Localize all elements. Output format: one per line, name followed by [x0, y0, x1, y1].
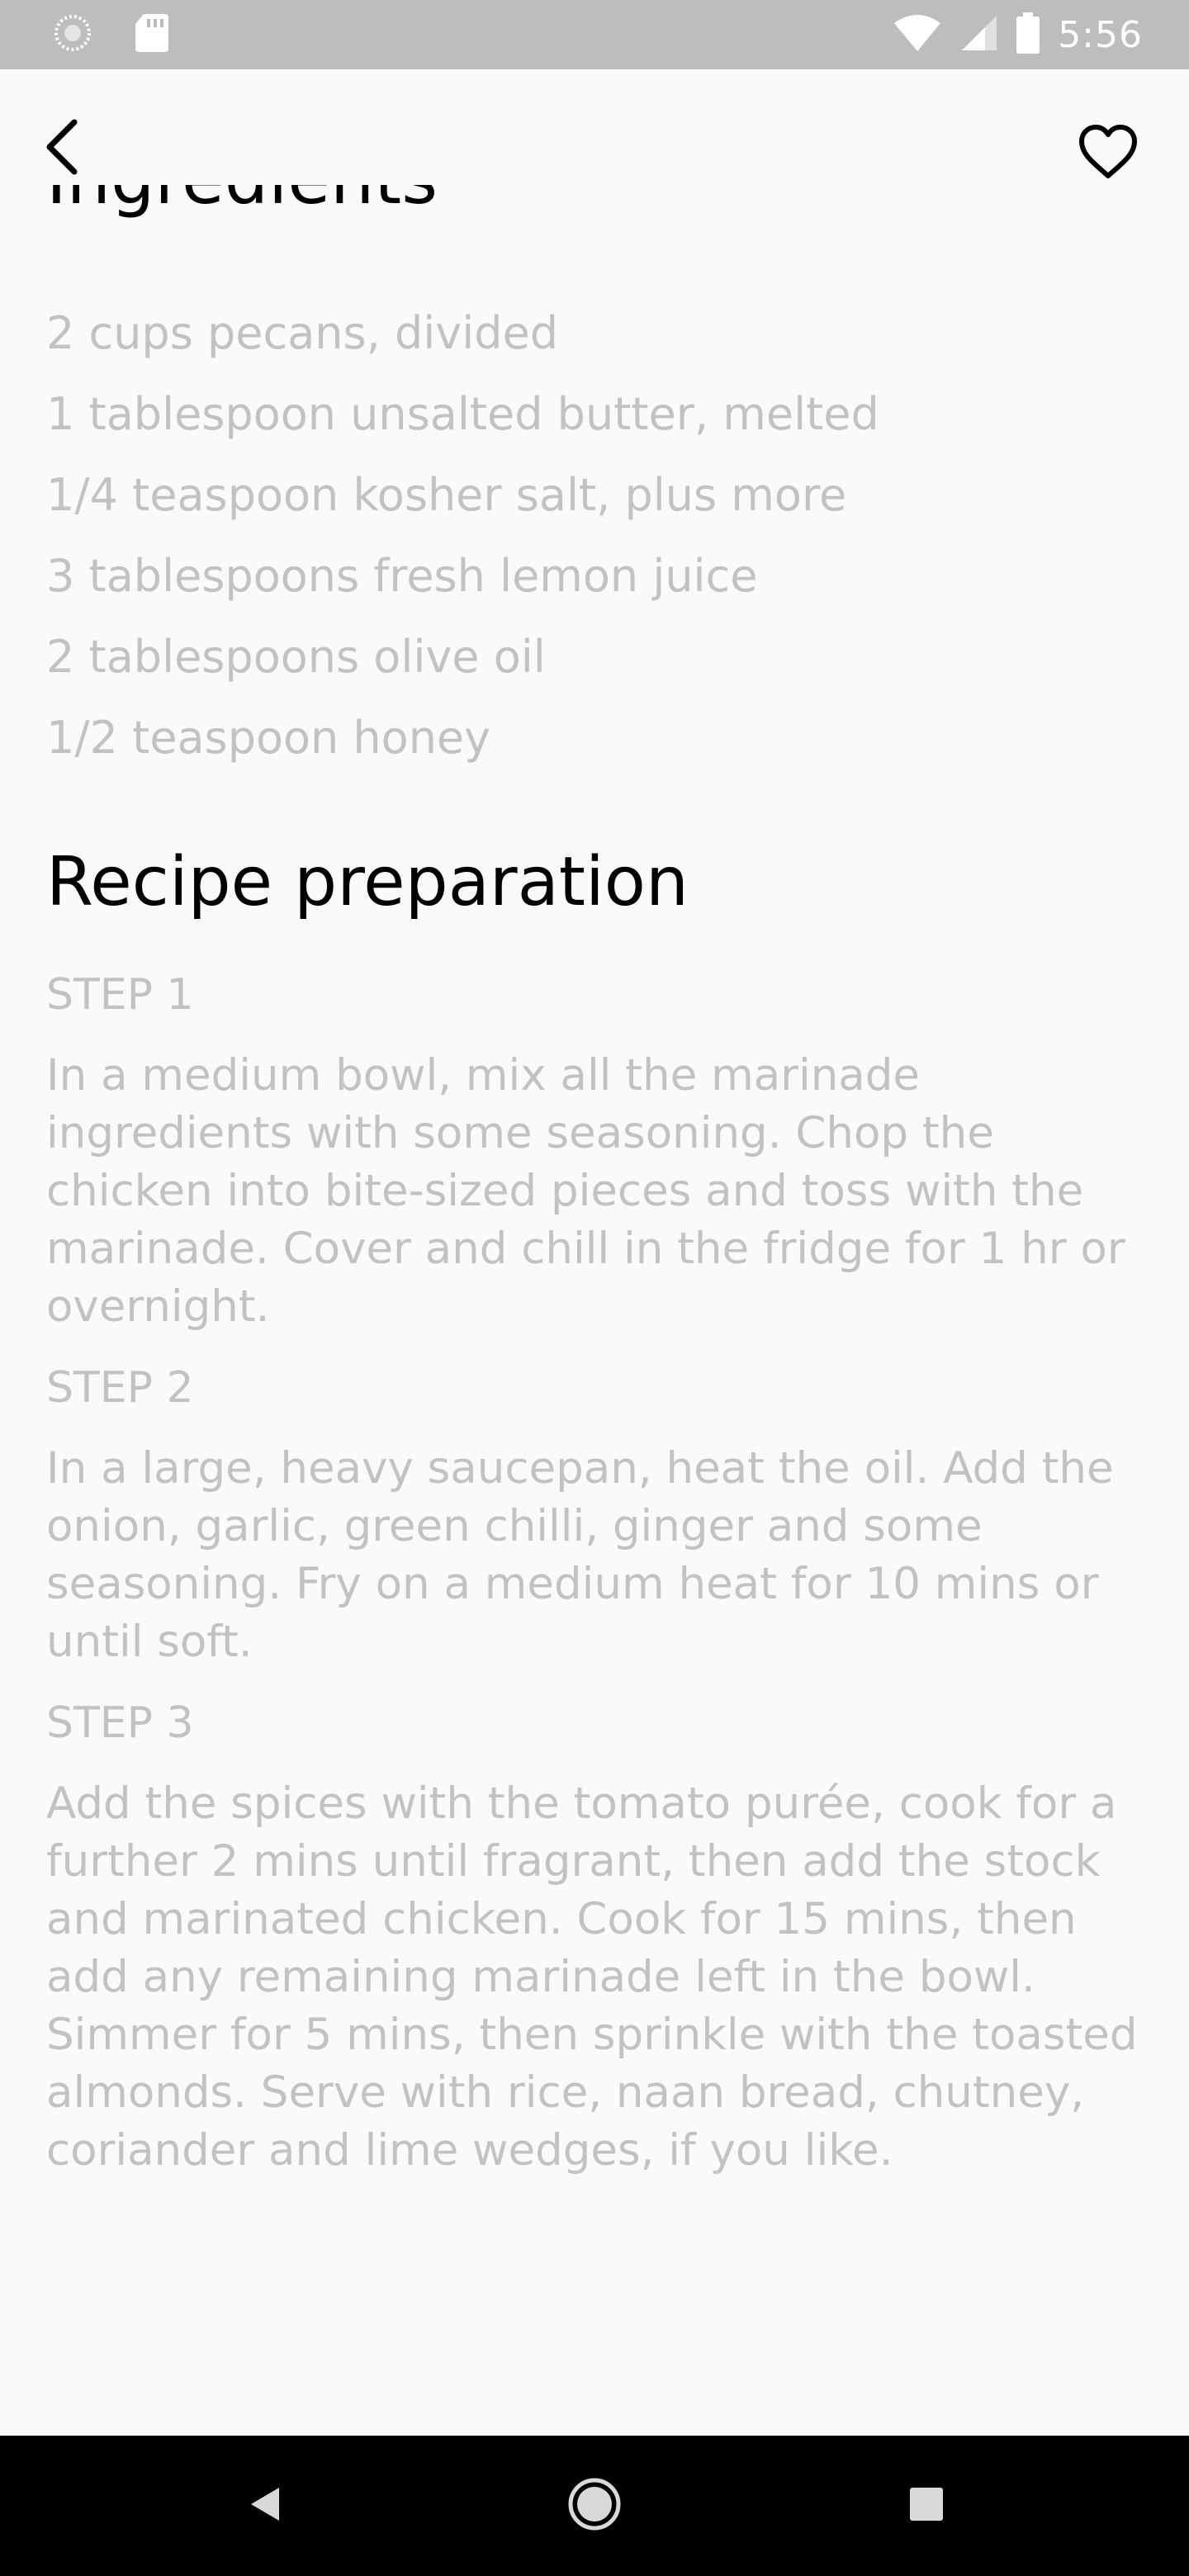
- square-recents-icon: [907, 2485, 945, 2526]
- step-label: STEP 1: [46, 970, 194, 1020]
- step-text: Add the spices with the tomato purée, co…: [46, 1778, 1138, 2176]
- system-nav-bar: [0, 2436, 1189, 2576]
- step-text: In a large, heavy saucepan, heat the oil…: [46, 1443, 1114, 1667]
- home-circle-icon: [566, 2475, 623, 2536]
- ingredient-item: 3 tablespoons fresh lemon juice: [46, 550, 758, 602]
- nav-home-button[interactable]: [561, 2473, 628, 2539]
- ingredient-item: 1/4 teaspoon kosher salt, plus more: [46, 469, 847, 521]
- preparation-title: Recipe preparation: [46, 843, 689, 921]
- ingredient-item: 2 cups pecans, divided: [46, 307, 558, 359]
- back-arrow-icon: [38, 117, 88, 180]
- nav-back-button[interactable]: [233, 2473, 299, 2539]
- back-button[interactable]: [33, 119, 92, 178]
- ingredient-item: 1 tablespoon unsalted butter, melted: [46, 388, 879, 440]
- ingredient-item: 2 tablespoons olive oil: [46, 631, 546, 683]
- app-bar: [0, 69, 1189, 231]
- recipe-content[interactable]: Ingredients 2 cups pecans, divided 1 tab…: [0, 0, 1189, 2436]
- step-label: STEP 2: [46, 1363, 194, 1413]
- triangle-back-icon: [246, 2484, 286, 2527]
- ingredients-list: 2 cups pecans, divided 1 tablespoon unsa…: [46, 297, 879, 783]
- preparation-steps: STEP 1 In a medium bowl, mix all the mar…: [46, 966, 1153, 2203]
- step-label: STEP 3: [46, 1698, 194, 1748]
- heart-outline-icon: [1077, 123, 1139, 184]
- step-text: In a medium bowl, mix all the marinade i…: [46, 1050, 1125, 1332]
- ingredient-item: 1/2 teaspoon honey: [46, 712, 491, 764]
- nav-recents-button[interactable]: [893, 2473, 959, 2539]
- favorite-button[interactable]: [1073, 119, 1143, 188]
